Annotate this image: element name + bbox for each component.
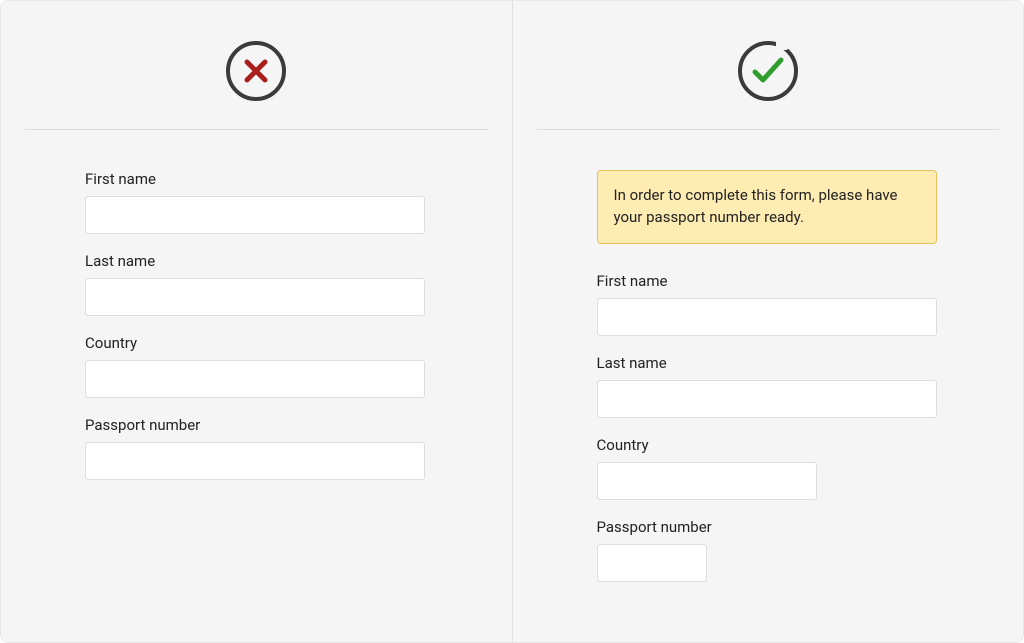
label-country: Country <box>85 334 428 352</box>
field-passport: Passport number <box>597 518 974 582</box>
label-country: Country <box>597 436 974 454</box>
label-first-name: First name <box>85 170 428 188</box>
cross-icon <box>226 41 286 101</box>
input-country[interactable] <box>85 360 425 398</box>
form-correct: In order to complete this form, please h… <box>513 130 1024 582</box>
input-last-name[interactable] <box>597 380 937 418</box>
input-passport[interactable] <box>85 442 425 480</box>
input-last-name[interactable] <box>85 278 425 316</box>
form-incorrect: First name Last name Country Passport nu… <box>1 130 512 480</box>
panel-incorrect: First name Last name Country Passport nu… <box>1 1 513 642</box>
icon-header-incorrect <box>1 1 512 129</box>
field-first-name: First name <box>85 170 428 234</box>
input-first-name[interactable] <box>597 298 937 336</box>
icon-header-correct <box>513 1 1024 129</box>
field-first-name: First name <box>597 272 974 336</box>
panel-correct: In order to complete this form, please h… <box>513 1 1024 642</box>
field-passport: Passport number <box>85 416 428 480</box>
field-country: Country <box>85 334 428 398</box>
label-passport: Passport number <box>597 518 974 536</box>
notice-box: In order to complete this form, please h… <box>597 170 937 244</box>
field-country: Country <box>597 436 974 500</box>
comparison-container: First name Last name Country Passport nu… <box>0 0 1024 643</box>
field-last-name: Last name <box>85 252 428 316</box>
check-icon <box>738 41 798 101</box>
field-last-name: Last name <box>597 354 974 418</box>
label-last-name: Last name <box>85 252 428 270</box>
label-last-name: Last name <box>597 354 974 372</box>
label-first-name: First name <box>597 272 974 290</box>
input-country[interactable] <box>597 462 817 500</box>
notice-text: In order to complete this form, please h… <box>614 186 898 226</box>
input-first-name[interactable] <box>85 196 425 234</box>
label-passport: Passport number <box>85 416 428 434</box>
input-passport[interactable] <box>597 544 707 582</box>
